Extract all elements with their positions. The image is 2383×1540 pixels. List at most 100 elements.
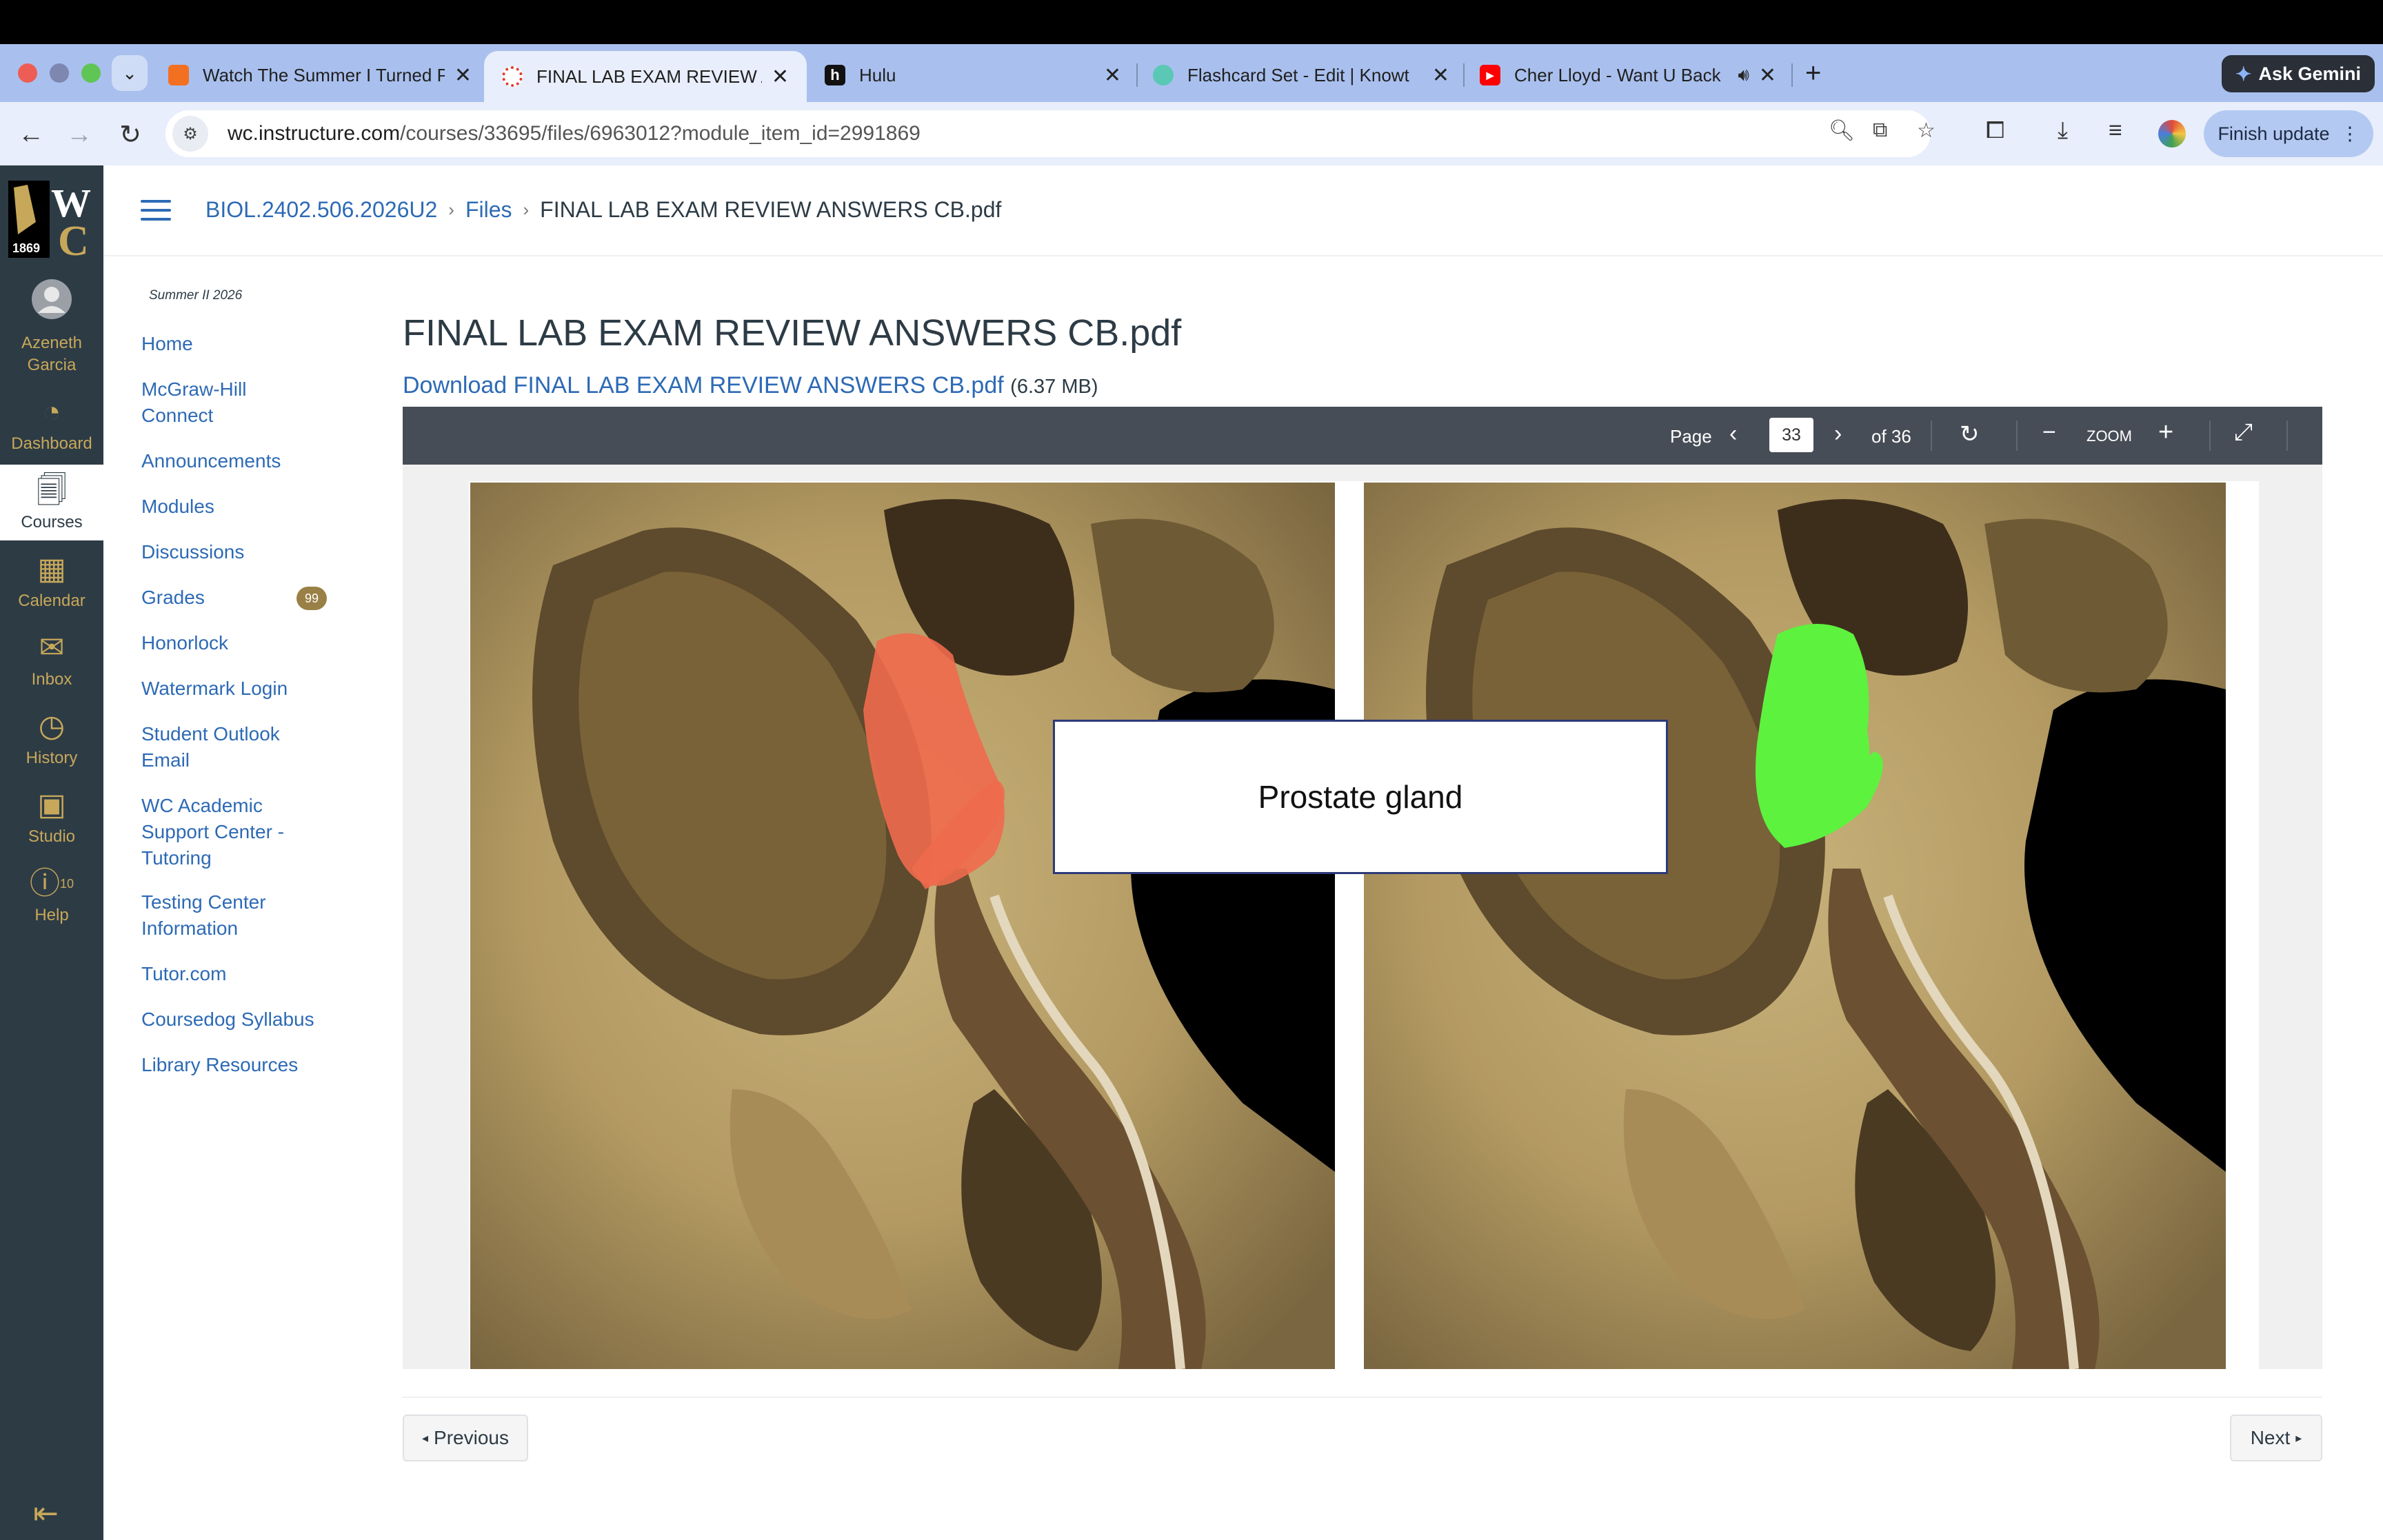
hulu-favicon-icon: h	[825, 65, 845, 85]
prev-page-button[interactable]: ‹	[1729, 421, 1737, 447]
tab-title: FINAL LAB EXAM REVIEW AN	[536, 65, 762, 87]
logo-year: 1869	[12, 241, 40, 255]
previous-label: Previous	[434, 1427, 509, 1448]
course-nav-modules[interactable]: Modules	[141, 494, 214, 520]
tab-final-lab-exam-review[interactable]: FINAL LAB EXAM REVIEW AN ✕	[484, 51, 807, 102]
gnav-calendar[interactable]: ▦ Calendar	[0, 551, 103, 611]
course-nav-library[interactable]: Library Resources	[141, 1052, 298, 1078]
inbox-icon: ✉	[39, 631, 65, 665]
caret-left-icon: ◂	[422, 1430, 429, 1445]
tab-title: Watch The Summer I Turned P	[203, 64, 445, 85]
gnav-studio[interactable]: ▣ Studio	[0, 787, 103, 847]
tab-knowt-flashcards[interactable]: Flashcard Set - Edit | Knowt ✕	[1153, 54, 1449, 97]
back-button[interactable]: ←	[12, 116, 50, 153]
media-controls-icon[interactable]: ≡	[2109, 117, 2122, 144]
reload-icon: ↻	[119, 120, 141, 150]
course-nav-mcgraw-hill[interactable]: McGraw-Hill Connect	[141, 376, 265, 429]
toolbar-separator	[2016, 421, 2018, 451]
tab-search-button[interactable]: ⌄	[112, 55, 148, 91]
gnav-help[interactable]: ⓘ10 Help	[0, 866, 103, 925]
course-nav-announcements[interactable]: Announcements	[141, 448, 281, 474]
next-label: Next	[2250, 1427, 2291, 1448]
gnav-account[interactable]: Azeneth Garcia	[0, 278, 103, 376]
close-icon[interactable]: ✕	[1432, 63, 1449, 88]
course-nav-discussions[interactable]: Discussions	[141, 539, 244, 565]
next-page-button[interactable]: ›	[1834, 421, 1842, 447]
finish-update-button[interactable]: Finish update ⋮	[2204, 110, 2373, 157]
zoom-out-button[interactable]: −	[2042, 419, 2056, 446]
minus-icon: −	[2042, 419, 2056, 445]
window-zoom-button[interactable]	[81, 63, 101, 83]
page-count: of 36	[1871, 426, 1911, 447]
arrow-right-icon: →	[66, 119, 92, 149]
gnav-history[interactable]: ◷ History	[0, 709, 103, 768]
course-nav-testing-center[interactable]: Testing Center Information	[141, 889, 286, 942]
previous-button[interactable]: ◂ Previous	[403, 1415, 528, 1461]
course-nav-grades[interactable]: Grades	[141, 585, 205, 611]
fullscreen-button[interactable]: ⤢	[2234, 419, 2253, 446]
bookmark-star-icon[interactable]: ☆	[1917, 119, 1935, 143]
chevron-down-icon: ⌄	[122, 62, 137, 83]
tab-hulu[interactable]: h Hulu ✕	[825, 54, 1121, 97]
new-tab-button[interactable]: +	[1805, 58, 1821, 89]
window-minimize-button[interactable]	[50, 63, 69, 83]
breadcrumb-files-link[interactable]: Files	[465, 197, 512, 223]
site-info-icon[interactable]: ⚙	[172, 116, 208, 152]
reload-button[interactable]: ↻	[112, 116, 149, 153]
plus-icon: +	[1805, 58, 1822, 88]
canvas-favicon-icon	[502, 66, 523, 87]
install-app-icon[interactable]: ⧉	[1873, 119, 1887, 142]
course-nav-tutor[interactable]: Tutor.com	[141, 961, 226, 987]
forward-button[interactable]: →	[61, 116, 98, 153]
address-bar[interactable]: ⚙ wc.instructure.com/courses/33695/files…	[165, 110, 1931, 157]
gnav-dashboard[interactable]: ◔ Dashboard	[0, 394, 103, 454]
toolbar-separator	[1931, 421, 1932, 451]
gnav-courses[interactable]: 🗐 Courses	[0, 465, 103, 540]
page-label: Page	[1670, 426, 1712, 447]
course-nav-outlook[interactable]: Student Outlook Email	[141, 721, 314, 773]
download-icon[interactable]: ⤓	[2058, 117, 2068, 144]
breadcrumb-current: FINAL LAB EXAM REVIEW ANSWERS CB.pdf	[540, 197, 1002, 222]
breadcrumb-course-link[interactable]: BIOL.2402.506.2026U2	[205, 197, 437, 223]
download-link[interactable]: Download FINAL LAB EXAM REVIEW ANSWERS C…	[403, 372, 1004, 398]
zoom-in-button[interactable]: +	[2158, 418, 2173, 447]
studio-icon: ▣	[37, 788, 66, 822]
collapse-nav-button[interactable]: ⇤	[33, 1496, 59, 1531]
window-close-button[interactable]	[18, 63, 37, 83]
close-icon[interactable]: ✕	[1759, 63, 1776, 88]
course-nav-watermark[interactable]: Watermark Login	[141, 676, 288, 702]
rotate-icon: ↻	[1960, 421, 1980, 447]
pdf-viewer-toolbar	[403, 407, 2322, 465]
tab-cher-lloyd-youtube[interactable]: ▶ Cher Lloyd - Want U Back 🔊︎ ✕	[1480, 54, 1776, 97]
ask-gemini-label: Ask Gemini	[2258, 63, 2362, 84]
course-nav-academic-support[interactable]: WC Academic Support Center - Tutoring	[141, 793, 314, 871]
tab-separator	[1463, 63, 1465, 87]
extensions-icon[interactable]: ⧠	[1986, 117, 2004, 144]
tab-title: Flashcard Set - Edit | Knowt	[1187, 64, 1409, 85]
gnav-label: Azeneth Garcia	[21, 334, 83, 374]
next-button[interactable]: Next ▸	[2230, 1415, 2322, 1461]
close-icon[interactable]: ✕	[772, 65, 789, 89]
svg-text:C: C	[58, 218, 89, 258]
right-cadaver-image	[1364, 483, 2226, 1369]
courses-icon: 🗐	[37, 474, 67, 507]
tab-summer-i-turned-pretty[interactable]: Watch The Summer I Turned P ✕	[168, 54, 472, 97]
toolbar-separator	[2286, 421, 2288, 451]
weatherford-college-logo[interactable]: 1869 W C	[8, 181, 95, 258]
gnav-inbox[interactable]: ✉ Inbox	[0, 630, 103, 689]
course-nav-home[interactable]: Home	[141, 331, 193, 357]
close-icon[interactable]: ✕	[454, 63, 472, 88]
close-icon[interactable]: ✕	[1104, 63, 1121, 88]
page-title: FINAL LAB EXAM REVIEW ANSWERS CB.pdf	[403, 312, 1182, 354]
course-menu-toggle[interactable]	[141, 200, 171, 221]
tab-title: Cher Lloyd - Want U Back	[1514, 64, 1721, 85]
zoom-icon[interactable]: 🔍︎	[1829, 119, 1855, 143]
course-nav-syllabus[interactable]: Coursedog Syllabus	[141, 1006, 314, 1033]
ask-gemini-button[interactable]: ✦ Ask Gemini	[2222, 55, 2375, 92]
page-number-input[interactable]: 33	[1769, 418, 1813, 452]
profile-avatar[interactable]	[2158, 120, 2186, 148]
course-nav-honorlock[interactable]: Honorlock	[141, 630, 228, 656]
speaker-icon[interactable]: 🔊︎	[1738, 64, 1749, 86]
rotate-button[interactable]: ↻	[1960, 421, 1980, 448]
expand-icon: ⤢	[2234, 419, 2253, 445]
